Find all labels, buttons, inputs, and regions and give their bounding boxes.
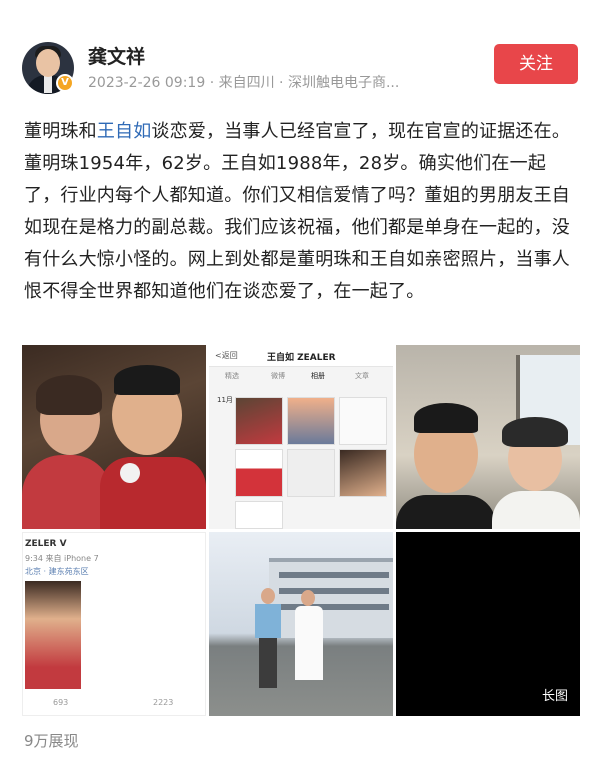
back-link: <返回 — [215, 351, 238, 360]
image-4[interactable]: ZELER V 9:34 来自 iPhone 7 北京 · 建东苑东区 693 … — [22, 532, 206, 716]
mini-month: 11月 — [217, 396, 233, 404]
mini-profile-title: 王自如 ZEALER — [267, 353, 336, 363]
repost-count: 693 — [53, 698, 69, 707]
image-3[interactable] — [396, 345, 580, 529]
image-5[interactable] — [209, 532, 393, 716]
image-1[interactable] — [22, 345, 206, 529]
view-count: 9万展现 — [24, 732, 79, 750]
mini-tab: 文章 — [355, 372, 369, 380]
follow-button[interactable]: 关注 — [494, 44, 578, 84]
post-header: V 龚文祥 2023-2-26 09:19 · 来自四川 · 深圳触电电子商..… — [0, 0, 600, 108]
mini-username: ZELER V — [25, 539, 67, 549]
like-count: 2223 — [153, 698, 174, 707]
post-text: 董明珠和王自如谈恋爱，当事人已经官宣了，现在官宣的证据还在。董明珠1954年，6… — [24, 116, 580, 308]
mini-tab: 精选 — [225, 372, 239, 380]
mini-location: 北京 · 建东苑东区 — [25, 567, 89, 576]
mini-tab: 相册 — [311, 372, 325, 380]
verified-badge-icon: V — [56, 74, 74, 92]
image-6[interactable]: 长图 — [396, 532, 580, 716]
mention-link[interactable]: 王自如 — [97, 121, 152, 142]
post-meta: 2023-2-26 09:19 · 来自四川 · 深圳触电电子商... — [88, 75, 400, 91]
post-text-segment: 谈恋爱，当事人已经官宣了，现在官宣的证据还在。董明珠1954年，62岁。王自如1… — [24, 121, 571, 302]
post-text-segment: 董明珠和 — [24, 121, 97, 142]
image-2[interactable]: <返回 王自如 ZEALER 精选 微博 相册 文章 11月 — [209, 345, 393, 529]
mini-source: 9:34 来自 iPhone 7 — [25, 554, 99, 563]
author-name[interactable]: 龚文祥 — [88, 42, 145, 69]
mini-tab: 微博 — [271, 372, 285, 380]
image-grid: <返回 王自如 ZEALER 精选 微博 相册 文章 11月 ZELER V 9… — [22, 345, 580, 716]
long-image-label: 长图 — [541, 689, 568, 704]
